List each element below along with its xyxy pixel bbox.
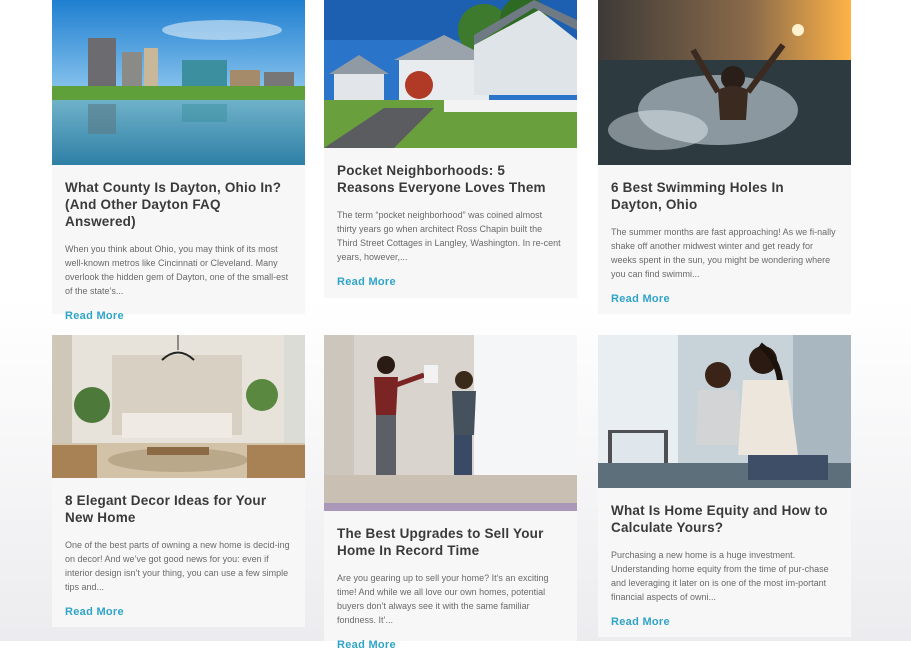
read-more-link[interactable]: Read More: [337, 276, 396, 288]
post-image[interactable]: [52, 0, 305, 165]
post-excerpt: Are you gearing up to sell your home? It…: [337, 573, 549, 625]
post-excerpt: Purchasing a new home is a huge investme…: [611, 550, 829, 602]
post-excerpt: The term “pocket neighborhood” was coine…: [337, 210, 561, 262]
swimming-splash-image: [598, 0, 851, 165]
read-more-link[interactable]: Read More: [611, 293, 670, 305]
read-more-link[interactable]: Read More: [65, 310, 124, 322]
post-excerpt: When you think about Ohio, you may think…: [65, 244, 289, 296]
post-card: 6 Best Swimming Holes In Dayton, Ohio Th…: [598, 0, 851, 314]
post-excerpt: The summer months are fast approaching! …: [611, 227, 836, 279]
post-card: 8 Elegant Decor Ideas for Your New Home …: [52, 335, 305, 627]
read-more-link[interactable]: Read More: [611, 616, 670, 628]
living-room-image: [52, 335, 305, 478]
post-title[interactable]: 8 Elegant Decor Ideas for Your New Home: [65, 492, 292, 526]
post-excerpt: One of the best parts of owning a new ho…: [65, 540, 290, 592]
dayton-skyline-image: [52, 0, 305, 165]
couple-painting-image: [324, 335, 577, 511]
post-title[interactable]: The Best Upgrades to Sell Your Home In R…: [337, 525, 564, 559]
post-card: Pocket Neighborhoods: 5 Reasons Everyone…: [324, 0, 577, 298]
suburban-houses-image: [324, 0, 577, 148]
post-image[interactable]: [598, 0, 851, 165]
post-title[interactable]: What Is Home Equity and How to Calculate…: [611, 502, 838, 536]
post-image[interactable]: [324, 335, 577, 511]
couple-laptop-image: [598, 335, 851, 488]
post-image[interactable]: [324, 0, 577, 148]
post-title[interactable]: What County Is Dayton, Ohio In? (And Oth…: [65, 179, 292, 230]
post-card: The Best Upgrades to Sell Your Home In R…: [324, 335, 577, 651]
post-title[interactable]: 6 Best Swimming Holes In Dayton, Ohio: [611, 179, 838, 213]
post-card: What Is Home Equity and How to Calculate…: [598, 335, 851, 637]
post-title[interactable]: Pocket Neighborhoods: 5 Reasons Everyone…: [337, 162, 564, 196]
post-image[interactable]: [52, 335, 305, 478]
post-card: What County Is Dayton, Ohio In? (And Oth…: [52, 0, 305, 322]
read-more-link[interactable]: Read More: [65, 606, 124, 618]
post-image[interactable]: [598, 335, 851, 488]
